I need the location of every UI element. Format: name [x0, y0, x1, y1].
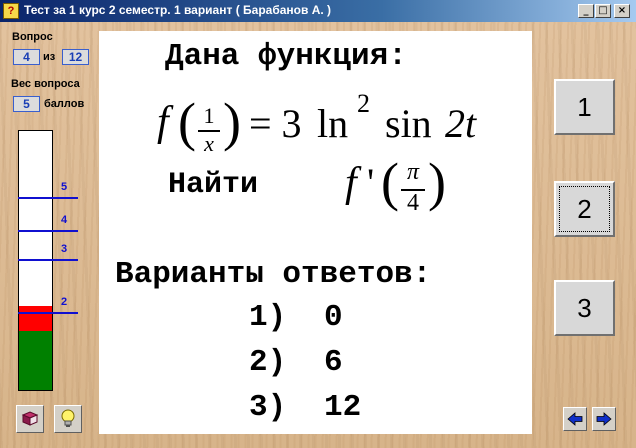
app-icon: ?: [3, 3, 19, 19]
find-rparen: ): [428, 152, 446, 212]
weight-value: 5: [13, 96, 40, 112]
answer-2-num: 2): [249, 345, 287, 380]
formula-f: f: [157, 99, 169, 145]
find-frac-num: π: [406, 159, 420, 185]
question-panel: Дана функция: f ( 1 x ) = 3 ln 2 sin 2t …: [99, 31, 532, 434]
answer-3-value: 12: [324, 390, 362, 425]
arrow-right-icon: [596, 412, 612, 426]
maximize-button[interactable]: □: [595, 4, 611, 18]
question-total: 12: [62, 49, 89, 65]
lightbulb-icon: [61, 409, 75, 427]
question-label: Вопрос: [12, 31, 53, 43]
find-label: Найти: [168, 168, 259, 202]
gauge-label-3: 3: [61, 243, 68, 255]
gauge-label-2: 2: [61, 296, 68, 308]
formula-rhs-coef: = 3: [249, 101, 302, 146]
gauge-fill-red: [19, 306, 52, 331]
gauge-mark-2: [18, 312, 78, 314]
arrow-left-icon: [567, 412, 583, 426]
question-current: 4: [13, 49, 40, 65]
gauge-mark-4: [18, 230, 78, 232]
question-of-label: из: [43, 51, 56, 63]
formula-lparen: (: [178, 92, 196, 152]
answers-heading: Варианты ответов:: [115, 257, 432, 292]
gauge-fill-green: [19, 331, 52, 390]
formula-ln: ln: [317, 101, 349, 146]
weight-unit: баллов: [44, 98, 85, 110]
close-button[interactable]: ×: [614, 4, 630, 18]
book-button[interactable]: [16, 405, 44, 433]
answer-button-1[interactable]: 1: [554, 79, 615, 135]
gauge-label-5: 5: [61, 181, 68, 193]
answer-button-3[interactable]: 3: [554, 280, 615, 336]
gauge-mark-3: [18, 259, 78, 261]
weight-label: Вес вопроса: [11, 78, 80, 90]
answer-1-num: 1): [249, 300, 287, 335]
question-heading: Дана функция:: [165, 39, 407, 74]
title-bar: ? Тест за 1 курс 2 семестр. 1 вариант ( …: [0, 0, 636, 22]
hint-button[interactable]: [54, 405, 82, 433]
formula-frac-den: x: [204, 131, 214, 156]
window-title: Тест за 1 курс 2 семестр. 1 вариант ( Ба…: [24, 3, 332, 17]
answer-button-2[interactable]: 2: [554, 181, 615, 237]
book-icon: [21, 411, 39, 426]
answer-2-value: 6: [324, 345, 343, 380]
formula-sin-arg: 2t: [445, 101, 477, 146]
formula-rparen: ): [223, 92, 241, 152]
find-prime: ': [367, 160, 375, 205]
find-f: f: [345, 160, 357, 206]
formula-ln-power: 2: [357, 89, 370, 118]
answer-3-num: 3): [249, 390, 287, 425]
find-frac-den: 4: [407, 190, 419, 216]
next-question-button[interactable]: [592, 407, 616, 431]
gauge-mark-5: [18, 197, 78, 199]
formula-frac-num: 1: [203, 103, 215, 128]
minimize-button[interactable]: _: [578, 4, 594, 18]
answer-1-value: 0: [324, 300, 343, 335]
gauge-label-4: 4: [61, 214, 68, 226]
prev-question-button[interactable]: [563, 407, 587, 431]
formula-sin: sin: [385, 101, 432, 146]
find-lparen: (: [381, 152, 399, 212]
